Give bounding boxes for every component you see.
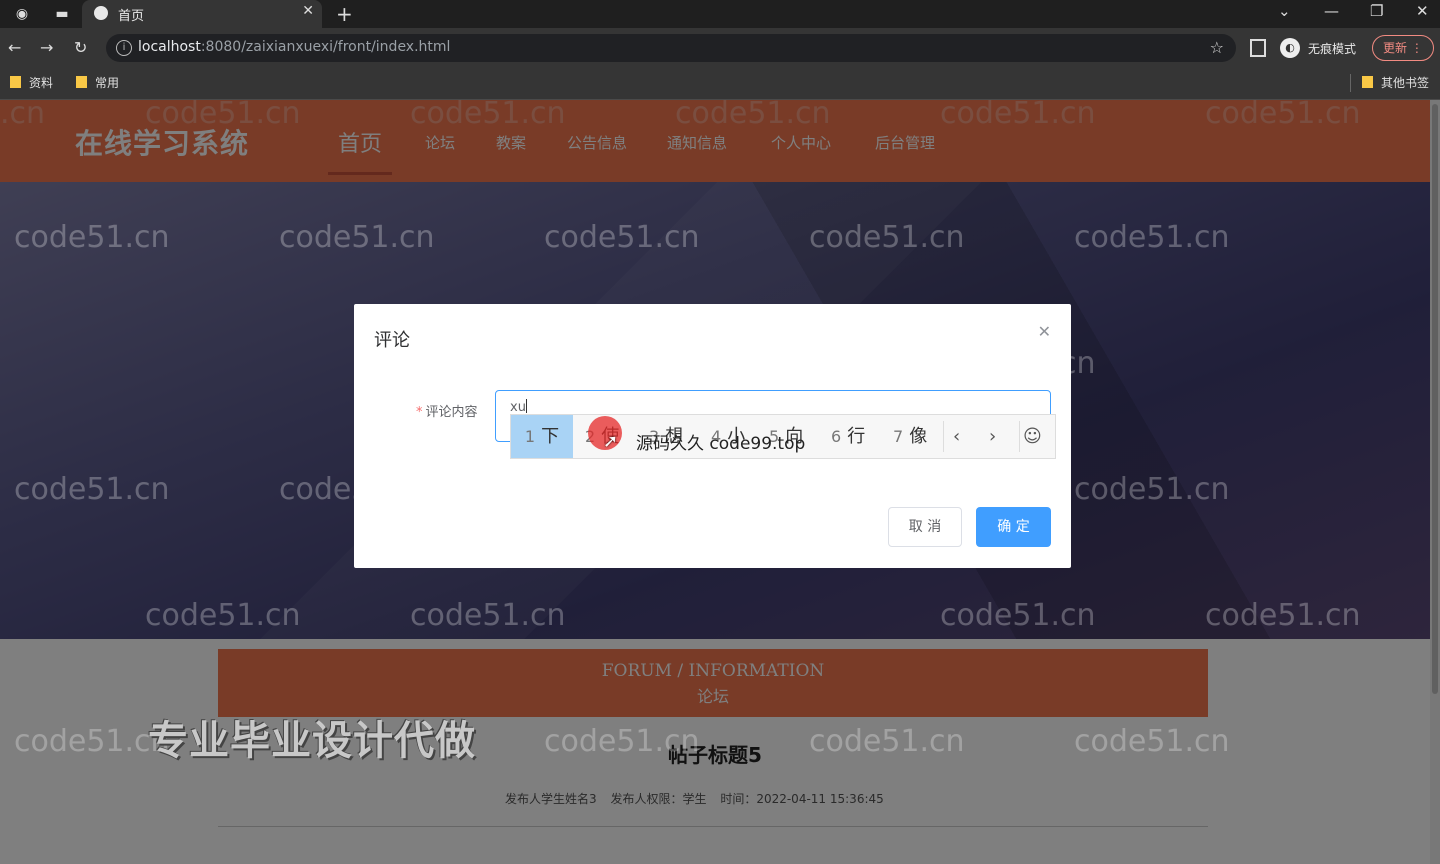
bookmark-folder[interactable]: 常用 — [76, 74, 119, 91]
divider — [1019, 421, 1020, 452]
emoji-icon[interactable]: ☺ — [1023, 415, 1042, 458]
folder-icon — [1362, 76, 1373, 88]
url-text: localhost:8080/zaixianxuexi/front/index.… — [138, 39, 451, 55]
browser-tabbar: ◉ ▬ 首页 ✕ + ⌄ — ❐ ✕ — [0, 0, 1440, 28]
window-close-button[interactable]: ✕ — [1416, 2, 1429, 20]
watermark-text: 源码久久 code99.top — [636, 434, 806, 454]
ime-candidate[interactable]: 6行 — [831, 415, 865, 458]
bookmarks-bar: 资料 常用 其他书签 — [0, 68, 1440, 100]
watermark-text: code51.cn — [675, 346, 831, 381]
mouse-cursor-icon: ➚ — [603, 431, 619, 452]
tab-search-icon[interactable]: ▬ — [52, 4, 72, 24]
restore-button[interactable]: ❐ — [1370, 2, 1383, 20]
tab-title: 首页 — [118, 9, 145, 24]
comment-field-label: * 评论内容 — [416, 405, 478, 420]
watermark-text: code51.cn — [544, 472, 700, 507]
ime-candidate[interactable]: 1下 — [511, 415, 573, 458]
globe-icon — [94, 6, 108, 20]
divider — [1350, 74, 1351, 92]
ime-candidate[interactable]: 7像 — [893, 415, 927, 458]
divider — [943, 421, 944, 452]
comment-value: xu — [510, 399, 527, 415]
minimize-button[interactable]: — — [1324, 2, 1339, 20]
forward-button[interactable]: → — [40, 38, 53, 57]
bookmark-folder[interactable]: 资料 — [10, 74, 53, 91]
url-input[interactable]: i localhost:8080/zaixianxuexi/front/inde… — [106, 34, 1236, 62]
chevron-left-icon[interactable]: ‹ — [953, 415, 960, 458]
watermark-text: code51.cn — [410, 346, 566, 381]
incognito-label[interactable]: 无痕模式 — [1308, 40, 1356, 57]
star-icon[interactable]: ☆ — [1210, 38, 1224, 57]
confirm-button[interactable]: 确 定 — [976, 507, 1051, 547]
address-bar: ← → ↻ i localhost:8080/zaixianxuexi/fron… — [0, 28, 1440, 68]
chevron-down-icon[interactable]: ⌄ — [1278, 2, 1291, 20]
close-icon[interactable]: ✕ — [302, 3, 314, 19]
new-tab-button[interactable]: + — [336, 2, 353, 26]
close-icon[interactable]: ✕ — [1038, 322, 1051, 341]
update-button[interactable]: 更新 ⋮ — [1372, 35, 1434, 61]
promo-overlay-text: 专业毕业设计代做 — [148, 718, 476, 764]
folder-icon — [10, 76, 21, 88]
cancel-button[interactable]: 取 消 — [888, 507, 962, 547]
chevron-right-icon[interactable]: › — [989, 415, 996, 458]
watermark-text: code51.cn — [809, 472, 965, 507]
other-bookmarks[interactable]: 其他书签 — [1362, 74, 1429, 91]
info-icon[interactable]: i — [116, 40, 132, 56]
page-viewport: 在线学习系统 首页 论坛 教案 公告信息 通知信息 个人中心 后台管理 FORU… — [0, 100, 1440, 864]
folder-icon — [76, 76, 87, 88]
reload-button[interactable]: ↻ — [74, 38, 87, 57]
back-button[interactable]: ← — [8, 38, 21, 57]
side-panel-icon[interactable] — [1250, 39, 1266, 57]
incognito-icon[interactable]: ◐ — [1280, 38, 1300, 58]
dialog-title: 评论 — [374, 330, 410, 351]
browser-tab[interactable]: 首页 ✕ — [82, 0, 322, 28]
browser-menu-icon[interactable]: ◉ — [12, 4, 32, 24]
